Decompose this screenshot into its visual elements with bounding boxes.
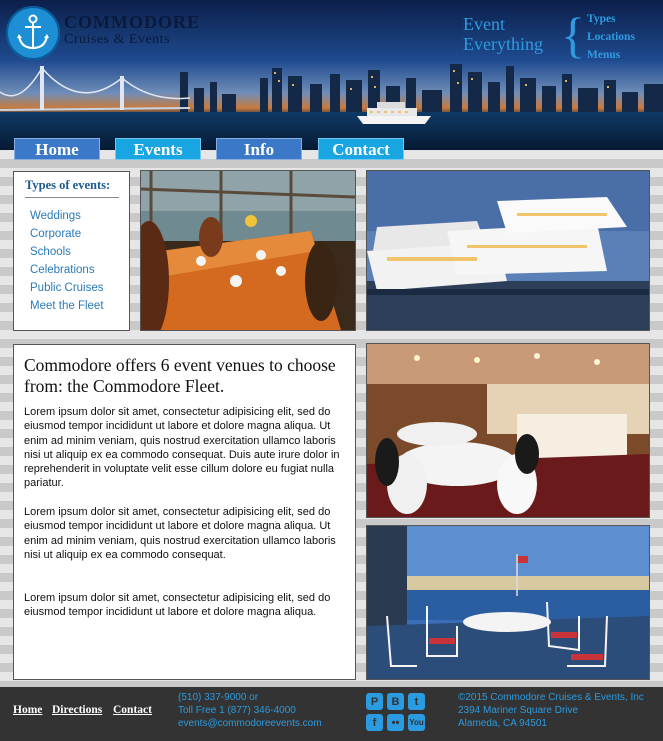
main-content-panel: Commodore offers 6 event venues to choos… [13,344,356,680]
nav-home-button[interactable]: Home [14,138,100,160]
dining-table-photo [140,170,356,331]
nav-events-button[interactable]: Events [115,138,201,160]
footer-phone[interactable]: (510) 337-9000 or [178,691,322,704]
footer-directions-link[interactable]: Directions [52,704,102,716]
tagline: Event Everything [463,14,543,54]
event-type-public-cruises[interactable]: Public Cruises [30,279,104,297]
curly-brace-divider: { [561,7,585,63]
footer-toll-free[interactable]: Toll Free 1 (877) 346-4000 [178,704,322,717]
top-menu-types[interactable]: Types [587,10,635,28]
brand-name: COMMODORE [64,12,200,32]
anchor-logo[interactable] [6,6,60,60]
body-paragraph-2: Lorem ipsum dolor sit amet, consectetur … [24,506,336,561]
divider [25,197,119,198]
body-paragraph-1: Lorem ipsum dolor sit amet, consectetur … [24,406,340,490]
event-type-corporate[interactable]: Corporate [30,225,104,243]
outdoor-deck-photo [366,525,650,680]
tagline-line2: Everything [463,34,543,54]
event-types-list: Weddings Corporate Schools Celebrations … [30,207,104,315]
bay-bridge-image [0,66,190,111]
yacht-image [357,102,431,124]
anchor-icon [17,14,49,50]
nav-info-button[interactable]: Info [216,138,302,160]
top-menu-locations[interactable]: Locations [587,28,635,46]
footer-copyright: ©2015 Commodore Cruises & Events, Inc 23… [458,691,644,730]
banquet-hall-photo [366,343,650,518]
footer-contact-link[interactable]: Contact [113,704,152,716]
facebook-icon[interactable]: f [366,714,383,731]
footer-home-link[interactable]: Home [13,704,42,716]
event-type-celebrations[interactable]: Celebrations [30,261,104,279]
nav-contact-button[interactable]: Contact [318,138,404,160]
footer: Home Directions Contact (510) 337-9000 o… [0,687,663,741]
main-nav: Home Events Info Contact [0,136,663,164]
top-menu-menus[interactable]: Menus [587,46,635,64]
address-city: Alameda, CA 94501 [458,718,547,729]
footer-contact-info: (510) 337-9000 or Toll Free 1 (877) 346-… [178,691,322,730]
blogger-icon[interactable]: B [387,693,404,710]
top-menu: Types Locations Menus [587,10,635,64]
copyright-text: ©2015 Commodore Cruises & Events, Inc [458,692,644,703]
flickr-icon[interactable]: •• [387,714,404,731]
event-type-schools[interactable]: Schools [30,243,104,261]
event-types-panel: Types of events: Weddings Corporate Scho… [13,171,130,331]
header-banner: COMMODORE Cruises & Events Event Everyth… [0,0,663,150]
fleet-dock-photo [366,170,650,331]
page-heading: Commodore offers 6 event venues to choos… [24,355,336,396]
event-type-weddings[interactable]: Weddings [30,207,104,225]
body-paragraph-3: Lorem ipsum dolor sit amet, consectetur … [24,592,331,619]
twitter-icon[interactable]: t [408,693,425,710]
footer-email[interactable]: events@commodoreevents.com [178,717,322,730]
brand-subtitle: Cruises & Events [64,32,170,47]
event-type-meet-the-fleet[interactable]: Meet the Fleet [30,297,104,315]
youtube-icon[interactable]: You [408,714,425,731]
tagline-line1: Event [463,14,505,34]
event-types-title: Types of events: [25,178,111,192]
pinterest-icon[interactable]: P [366,693,383,710]
address-street: 2394 Mariner Square Drive [458,705,579,716]
